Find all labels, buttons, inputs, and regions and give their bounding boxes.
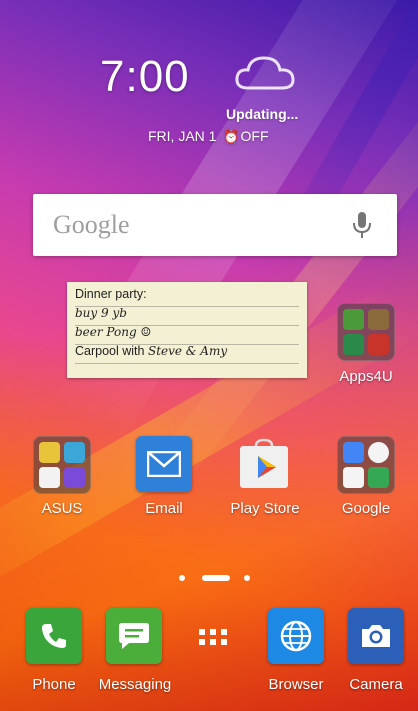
folder-google[interactable] [337,436,395,494]
google-plus-icon [343,442,364,463]
calendar-icon [39,467,60,488]
cloud-icon[interactable] [234,54,296,92]
folder-apps4u-label: Apps4U [339,368,393,385]
date-text: FRI, JAN 1 [148,128,217,144]
envelope-icon [147,451,181,477]
memo-line: Carpool with Steve & Amy [75,344,299,364]
globe-icon [280,620,312,652]
date-alarm-line[interactable]: FRI, JAN 1 ⏰OFF [148,128,269,145]
game-icon [368,309,389,330]
angry-bird-icon [368,334,389,355]
memo-line: Dinner party: [75,287,299,307]
page-dot [179,575,185,581]
browser-app-icon[interactable] [268,608,324,664]
gallery-icon [39,442,60,463]
camera-app-label: Camera [349,676,403,693]
page-dot [244,575,250,581]
tripadvisor-icon [343,334,364,355]
chrome-icon [368,442,389,463]
weather-status: Updating... [226,106,299,122]
camera-app-icon[interactable] [348,608,404,664]
microphone-icon[interactable] [351,210,373,240]
maps-icon [368,467,389,488]
app-drawer-icon[interactable] [188,612,238,662]
play-store-app-label: Play Store [230,500,300,517]
contacts-icon [64,442,85,463]
alarm-status: OFF [240,128,269,144]
grid-dots-icon [199,629,227,645]
google-logo: Google [53,210,130,239]
phone-app-icon[interactable] [26,608,82,664]
memo-line: beer Pong ☺ [75,325,299,345]
page-indicator [0,572,418,584]
clock-time[interactable]: 7:00 [100,52,190,102]
browser-app-label: Browser [268,676,324,693]
messaging-app-label: Messaging [98,676,172,693]
play-store-app-icon[interactable] [236,436,292,492]
memo-widget[interactable]: Dinner party: buy 9 yb beer Pong ☺ Carpo… [67,282,307,378]
folder-asus[interactable] [33,436,91,494]
email-app-label: Email [145,500,183,517]
folder-google-label: Google [341,500,391,517]
do-it-later-icon [64,467,85,488]
play-store-bag-icon [240,438,288,488]
chat-bubble-icon [119,623,149,649]
google-search-bar[interactable]: Google [33,194,397,256]
folder-apps4u[interactable] [337,303,395,361]
page-dot-active [202,575,230,581]
memo-line: buy 9 yb [75,306,299,326]
folder-asus-label: ASUS [41,500,83,517]
phone-app-label: Phone [32,676,76,693]
email-app-icon[interactable] [136,436,192,492]
alarm-clock-icon: ⏰ [223,129,240,144]
phone-handset-icon [42,624,66,648]
cleaner-icon [343,309,364,330]
gmail-icon [343,467,364,488]
camera-icon [362,625,390,647]
messaging-app-icon[interactable] [106,608,162,664]
